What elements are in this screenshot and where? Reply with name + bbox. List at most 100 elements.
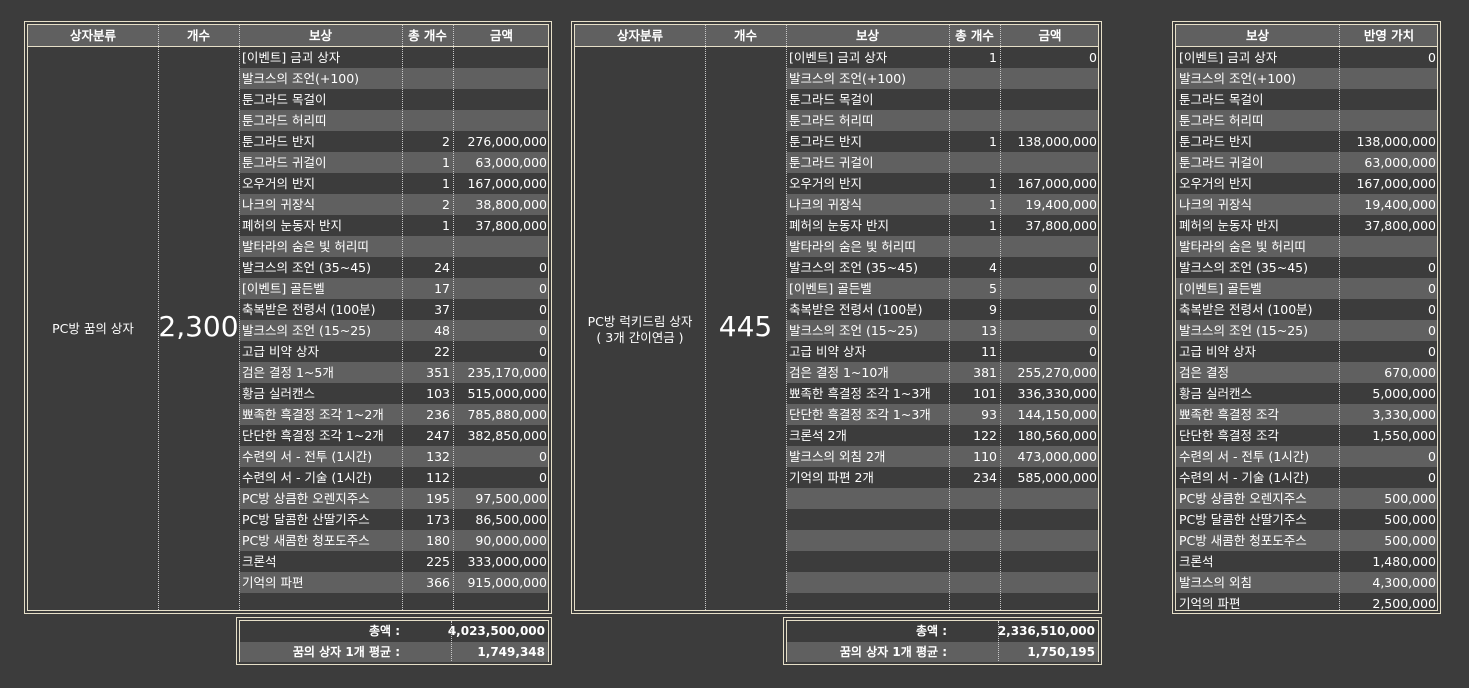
table-header: 보상 반영 가치 — [1176, 25, 1437, 47]
reward-applied-value: 19,400,000 — [1364, 197, 1436, 212]
table-row — [786, 572, 1098, 593]
header-reward: 보상 — [1245, 28, 1269, 43]
table-row: 툰그라드 목걸이 — [786, 89, 1098, 110]
reward-total-count: 366 — [426, 575, 450, 590]
header-reward: 보상 — [308, 28, 332, 43]
box-count: 445 — [718, 310, 773, 343]
reward-name: 툰그라드 목걸이 — [1179, 92, 1264, 107]
table-row: 발크스의 조언 (35~45) 4 0 — [786, 257, 1098, 278]
reward-total-count — [949, 89, 1000, 110]
reward-total-count — [949, 509, 1000, 530]
summary-average-row: 꿈의 상자 1개 평균 : 1,750,195 — [787, 642, 1098, 662]
reward-name: 발크스의 조언(+100) — [242, 71, 360, 86]
reward-name: 축복받은 전령서 (100분) — [789, 302, 923, 317]
reward-name: 황금 실러캔스 — [242, 386, 315, 401]
reward-total-count: 101 — [973, 386, 997, 401]
box-category-label: PC방 꿈의 상자 — [52, 321, 134, 336]
reward-name: 크론석 — [1179, 554, 1214, 569]
table-row: 툰그라드 반지 138,000,000 — [1176, 131, 1437, 152]
reward-amount — [453, 47, 548, 68]
table-row: 고급 비약 상자 0 — [1176, 341, 1437, 362]
reward-total-count — [949, 68, 1000, 89]
table-row: 기억의 파편 366 915,000,000 — [239, 572, 548, 593]
header-count: 개수 — [733, 28, 757, 43]
reward-name: 발크스의 조언 (15~25) — [789, 323, 918, 338]
reward-amount: 86,500,000 — [475, 512, 547, 527]
reward-total-count: 11 — [981, 344, 997, 359]
reward-name: PC방 달콤한 산딸기주스 — [1179, 512, 1307, 527]
reward-total-count — [949, 152, 1000, 173]
reward-name: 고급 비약 상자 — [242, 344, 319, 359]
reward-amount: 0 — [539, 281, 547, 296]
reward-total-count: 1 — [989, 50, 997, 65]
table-header: 상자분류 개수 보상 총 개수 금액 — [575, 25, 1098, 47]
table-row: 발타라의 숨은 빛 허리띠 — [786, 236, 1098, 257]
reward-name: [이벤트] 골든벨 — [242, 281, 325, 296]
reward-amount: 37,800,000 — [1025, 218, 1097, 233]
reward-total-count — [402, 47, 453, 68]
reward-name: [이벤트] 골든벨 — [1179, 281, 1262, 296]
table-row — [239, 593, 548, 610]
header-total-count: 총 개수 — [955, 28, 994, 43]
table-row: 툰그라드 목걸이 — [1176, 89, 1437, 110]
reward-name: 고급 비약 상자 — [1179, 344, 1256, 359]
reward-amount: 144,150,000 — [1017, 407, 1097, 422]
summary-divider — [998, 621, 999, 661]
reward-name: 나크의 귀장식 — [789, 197, 862, 212]
reward-name: 기억의 파편 — [1179, 596, 1241, 611]
table-row: 황금 실러캔스 103 515,000,000 — [239, 383, 548, 404]
reward-name: [이벤트] 골든벨 — [789, 281, 872, 296]
reward-amount: 0 — [1089, 302, 1097, 317]
reward-total-count: 236 — [426, 407, 450, 422]
box-count: 2,300 — [158, 310, 239, 343]
reward-applied-value: 1,550,000 — [1372, 428, 1436, 443]
table-row: PC방 달콤한 산딸기주스 173 86,500,000 — [239, 509, 548, 530]
header-box-category: 상자분류 — [69, 28, 116, 43]
reward-total-count: 4 — [989, 260, 997, 275]
table-row: 발타라의 숨은 빛 허리띠 — [1176, 236, 1437, 257]
table-row: 검은 결정 670,000 — [1176, 362, 1437, 383]
table-row: 툰그라드 귀걸이 — [786, 152, 1098, 173]
reward-name: [이벤트] 금괴 상자 — [789, 50, 888, 65]
table-row: 툰그라드 허리띠 — [239, 110, 548, 131]
table-row: 크론석 2개 122 180,560,000 — [786, 425, 1098, 446]
reward-amount: 255,270,000 — [1017, 365, 1097, 380]
reward-name: 기억의 파편 — [242, 575, 304, 590]
table-row: 툰그라드 귀걸이 63,000,000 — [1176, 152, 1437, 173]
reward-name: PC방 새콤한 청포도주스 — [1179, 533, 1307, 548]
reward-name: 툰그라드 허리띠 — [1179, 113, 1264, 128]
table-row: 발타라의 숨은 빛 허리띠 — [239, 236, 548, 257]
table-row: 폐허의 눈동자 반지 1 37,800,000 — [239, 215, 548, 236]
table-row: 툰그라드 반지 1 138,000,000 — [786, 131, 1098, 152]
table-row: 발크스의 조언 (35~45) 0 — [1176, 257, 1437, 278]
table-row: 나크의 귀장식 1 19,400,000 — [786, 194, 1098, 215]
reward-amount — [1000, 488, 1098, 509]
reward-amount: 0 — [539, 323, 547, 338]
reward-amount — [1000, 68, 1098, 89]
reward-name: 툰그라드 허리띠 — [789, 113, 874, 128]
reward-amount: 382,850,000 — [467, 428, 547, 443]
reward-applied-value: 2,500,000 — [1372, 596, 1436, 611]
reward-amount: 0 — [539, 449, 547, 464]
column-divider — [453, 25, 454, 610]
reward-name: 툰그라드 반지 — [1179, 134, 1252, 149]
reward-amount: 336,330,000 — [1017, 386, 1097, 401]
reward-total-count: 103 — [426, 386, 450, 401]
column-divider — [786, 25, 787, 610]
reward-name: 폐허의 눈동자 반지 — [789, 218, 889, 233]
reward-amount — [453, 110, 548, 131]
table-row: 폐허의 눈동자 반지 37,800,000 — [1176, 215, 1437, 236]
reward-total-count: 1 — [442, 176, 450, 191]
dream-box-table: 상자분류 개수 보상 총 개수 금액 [이벤트] 금괴 상자 발크스의 조언(+1… — [24, 21, 552, 614]
table-row: 기억의 파편 2,500,000 — [1176, 593, 1437, 611]
reward-amount: 235,170,000 — [467, 365, 547, 380]
box-category-line1: PC방 럭키드림 상자 — [587, 314, 693, 329]
table-row: [이벤트] 골든벨 0 — [1176, 278, 1437, 299]
reward-name — [786, 593, 949, 610]
table-row: 뾰족한 흑결정 조각 1~3개 101 336,330,000 — [786, 383, 1098, 404]
column-divider — [1000, 25, 1001, 610]
reward-amount: 97,500,000 — [475, 491, 547, 506]
summary-divider — [451, 621, 452, 661]
reward-amount — [1000, 530, 1098, 551]
reward-name: 황금 실러캔스 — [1179, 386, 1252, 401]
